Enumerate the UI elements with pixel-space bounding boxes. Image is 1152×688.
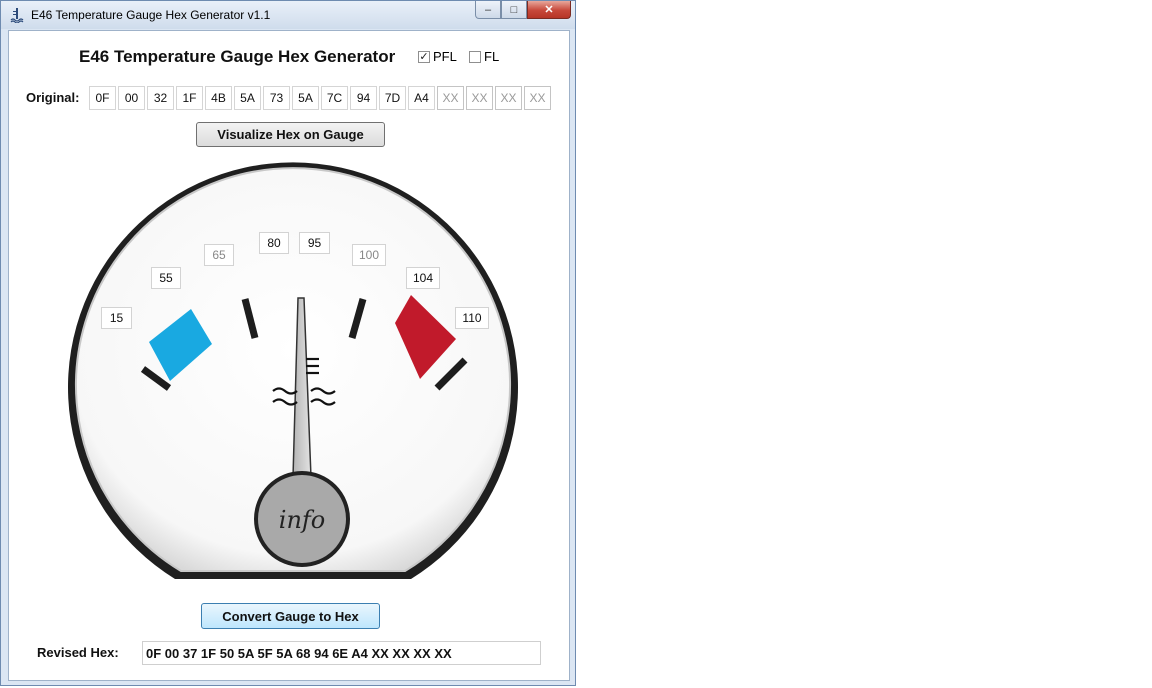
temp-label-95: 95 (299, 232, 330, 254)
temp-label-104: 104 (406, 267, 440, 289)
title-bar[interactable]: E46 Temperature Gauge Hex Generator v1.1… (1, 1, 575, 29)
original-byte-12[interactable]: XX (437, 86, 464, 110)
original-byte-7[interactable]: 5A (292, 86, 319, 110)
close-button[interactable]: ✕ (527, 1, 571, 19)
original-byte-3[interactable]: 1F (176, 86, 203, 110)
original-byte-9[interactable]: 94 (350, 86, 377, 110)
pfl-label: PFL (433, 49, 457, 64)
fl-checkbox[interactable]: FL (469, 49, 499, 64)
original-byte-5[interactable]: 5A (234, 86, 261, 110)
pfl-check-box[interactable]: ✓ (418, 50, 430, 63)
temperature-gauge: info (68, 162, 519, 579)
original-byte-4[interactable]: 4B (205, 86, 232, 110)
temp-label-55: 55 (151, 267, 181, 289)
original-byte-11[interactable]: A4 (408, 86, 435, 110)
temp-label-65: 65 (204, 244, 234, 266)
revised-hex-field[interactable]: 0F 00 37 1F 50 5A 5F 5A 68 94 6E A4 XX X… (142, 641, 541, 665)
original-byte-10[interactable]: 7D (379, 86, 406, 110)
convert-gauge-button[interactable]: Convert Gauge to Hex (201, 603, 380, 629)
minimize-button[interactable]: – (475, 1, 501, 19)
temp-label-80: 80 (259, 232, 289, 254)
temp-label-100: 100 (352, 244, 386, 266)
original-byte-2[interactable]: 32 (147, 86, 174, 110)
thermometer-icon (10, 8, 24, 23)
temp-label-110: 110 (455, 307, 489, 329)
fl-check-box[interactable] (469, 50, 481, 63)
original-byte-1[interactable]: 00 (118, 86, 145, 110)
window-title: E46 Temperature Gauge Hex Generator v1.1 (31, 8, 271, 22)
fl-label: FL (484, 49, 500, 64)
original-byte-6[interactable]: 73 (263, 86, 290, 110)
original-label: Original: (26, 90, 80, 105)
original-byte-15[interactable]: XX (524, 86, 551, 110)
original-byte-13[interactable]: XX (466, 86, 493, 110)
original-byte-0[interactable]: 0F (89, 86, 116, 110)
pfl-checkbox[interactable]: ✓ PFL (418, 49, 457, 64)
original-byte-8[interactable]: 7C (321, 86, 348, 110)
info-label: info (279, 506, 325, 534)
app-heading: E46 Temperature Gauge Hex Generator (79, 47, 396, 66)
original-byte-14[interactable]: XX (495, 86, 522, 110)
client-area: E46 Temperature Gauge Hex Generator ✓ PF… (8, 30, 570, 681)
maximize-button[interactable]: □ (501, 1, 527, 19)
visualize-hex-button[interactable]: Visualize Hex on Gauge (196, 122, 385, 147)
app-window: E46 Temperature Gauge Hex Generator v1.1… (0, 0, 576, 686)
temp-label-15: 15 (101, 307, 132, 329)
revised-hex-label: Revised Hex: (37, 645, 119, 660)
